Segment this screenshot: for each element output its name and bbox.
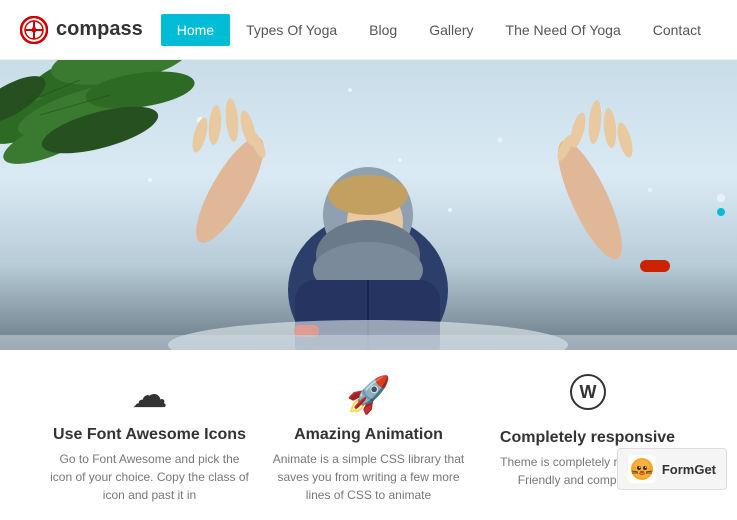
nav-types-of-yoga[interactable]: Types Of Yoga (230, 14, 353, 46)
feature-2-desc: Animate is a simple CSS library that sav… (269, 450, 469, 504)
site-header: compass Home Types Of Yoga Blog Gallery … (0, 0, 737, 60)
feature-1-title: Use Font Awesome Icons (53, 426, 246, 444)
main-nav: Home Types Of Yoga Blog Gallery The Need… (161, 14, 717, 46)
feature-3-title: Completely responsive (500, 429, 675, 447)
compass-icon (20, 16, 48, 44)
logo-text: compass (56, 18, 143, 41)
rocket-icon: 🚀 (346, 374, 391, 416)
logo[interactable]: compass (20, 16, 143, 44)
formget-icon (628, 455, 656, 483)
feature-1: ☁ Use Font Awesome Icons Go to Font Awes… (50, 374, 250, 504)
svg-text:W: W (579, 382, 596, 402)
formget-label: FormGet (662, 462, 716, 477)
nav-contact[interactable]: Contact (637, 14, 717, 46)
nav-blog[interactable]: Blog (353, 14, 413, 46)
wordpress-icon: W (570, 374, 606, 419)
hero-section (0, 60, 737, 350)
nav-need-of-yoga[interactable]: The Need Of Yoga (490, 14, 637, 46)
carousel-dots (717, 194, 725, 216)
hero-image (0, 60, 737, 350)
dot-1[interactable] (717, 194, 725, 202)
feature-2: 🚀 Amazing Animation Animate is a simple … (269, 374, 469, 504)
features-section: ☁ Use Font Awesome Icons Go to Font Awes… (0, 350, 737, 520)
cloud-icon: ☁ (132, 374, 168, 416)
nav-home[interactable]: Home (161, 14, 230, 46)
nav-gallery[interactable]: Gallery (413, 14, 489, 46)
feature-1-desc: Go to Font Awesome and pick the icon of … (50, 450, 250, 504)
feature-2-title: Amazing Animation (294, 426, 443, 444)
formget-badge: FormGet (617, 448, 727, 490)
dot-2[interactable] (717, 208, 725, 216)
